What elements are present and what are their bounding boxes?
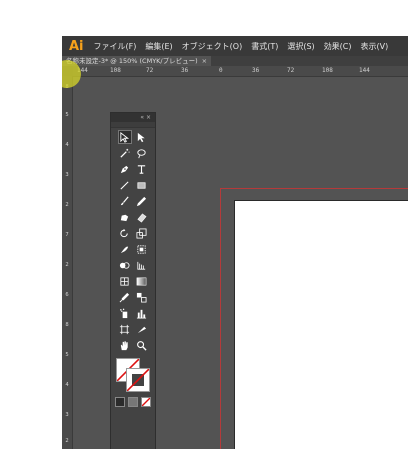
magic-wand-icon[interactable] bbox=[118, 146, 132, 160]
document-tab[interactable]: 名称未設定-3* @ 150% (CMYK/プレビュー) × bbox=[62, 56, 212, 66]
symbol-sprayer-icon[interactable] bbox=[118, 306, 132, 320]
ruler-tick: 4 bbox=[65, 382, 69, 388]
paintbrush-icon[interactable] bbox=[118, 194, 132, 208]
rotate-icon[interactable] bbox=[118, 226, 132, 240]
artboard[interactable] bbox=[234, 200, 408, 449]
menu-type[interactable]: 書式(T) bbox=[251, 41, 278, 52]
artboard-icon[interactable] bbox=[118, 322, 132, 336]
eraser-icon[interactable] bbox=[135, 210, 149, 224]
vertical-ruler[interactable]: 8 5 4 3 2 7 2 6 8 5 4 3 2 bbox=[62, 76, 73, 449]
color-button[interactable] bbox=[115, 397, 125, 407]
gradient-button[interactable] bbox=[128, 397, 138, 407]
free-transform-icon[interactable] bbox=[135, 242, 149, 256]
ruler-tick: 5 bbox=[65, 352, 69, 358]
ruler-tick: 6 bbox=[65, 292, 69, 298]
rectangle-icon[interactable] bbox=[135, 178, 149, 192]
tools-panel: « × bbox=[110, 112, 156, 449]
ruler-tick: 144 bbox=[359, 67, 370, 74]
ruler-tick: 7 bbox=[65, 232, 69, 238]
selection-icon[interactable] bbox=[117, 130, 132, 144]
ruler-tick: 108 bbox=[322, 67, 333, 74]
zoom-icon[interactable] bbox=[135, 338, 149, 352]
menu-view[interactable]: 表示(V) bbox=[361, 41, 389, 52]
app-logo: Ai bbox=[69, 38, 84, 54]
scale-icon[interactable] bbox=[135, 226, 149, 240]
ruler-tick: 3 bbox=[65, 172, 69, 178]
menu-file[interactable]: ファイル(F) bbox=[94, 41, 137, 52]
document-tab-bar: 名称未設定-3* @ 150% (CMYK/プレビュー) × bbox=[62, 56, 408, 66]
line-icon[interactable] bbox=[118, 178, 132, 192]
pen-icon[interactable] bbox=[118, 162, 132, 176]
menu-object[interactable]: オブジェクト(O) bbox=[182, 41, 243, 52]
ruler-tick: 2 bbox=[65, 202, 69, 208]
mesh-icon[interactable] bbox=[118, 274, 132, 288]
lasso-icon[interactable] bbox=[135, 146, 149, 160]
document-tab-title: 名称未設定-3* @ 150% (CMYK/プレビュー) bbox=[66, 57, 198, 65]
ruler-tick: 36 bbox=[252, 67, 260, 74]
perspective-grid-icon[interactable] bbox=[135, 258, 149, 272]
column-graph-icon[interactable] bbox=[135, 306, 149, 320]
ruler-tick: 72 bbox=[146, 67, 154, 74]
stroke-swatch[interactable] bbox=[126, 368, 150, 392]
menu-edit[interactable]: 編集(E) bbox=[145, 41, 172, 52]
slice-icon[interactable] bbox=[135, 322, 149, 336]
ruler-tick: 5 bbox=[65, 112, 69, 118]
menu-select[interactable]: 選択(S) bbox=[287, 41, 314, 52]
ruler-tick: 36 bbox=[181, 67, 189, 74]
menu-effect[interactable]: 効果(C) bbox=[324, 41, 352, 52]
blob-brush-icon[interactable] bbox=[118, 210, 132, 224]
gradient-icon[interactable] bbox=[135, 274, 149, 288]
direct-selection-icon[interactable] bbox=[135, 130, 149, 144]
panel-collapse-close[interactable]: « × bbox=[140, 113, 151, 122]
shape-builder-icon[interactable] bbox=[118, 258, 132, 272]
illustrator-window: Ai ファイル(F) 編集(E) オブジェクト(O) 書式(T) 選択(S) 効… bbox=[62, 36, 408, 449]
tools-panel-header[interactable]: « × bbox=[111, 113, 155, 122]
type-icon[interactable] bbox=[135, 162, 149, 176]
ruler-tick: 72 bbox=[287, 67, 295, 74]
color-mode-buttons bbox=[111, 397, 155, 407]
horizontal-ruler[interactable]: 144 108 72 36 0 36 72 108 144 bbox=[73, 66, 408, 77]
close-icon[interactable]: × bbox=[202, 57, 207, 65]
ruler-tick: 4 bbox=[65, 142, 69, 148]
pencil-icon[interactable] bbox=[135, 194, 149, 208]
blend-icon[interactable] bbox=[135, 290, 149, 304]
ruler-tick: 108 bbox=[110, 67, 121, 74]
warp-icon[interactable] bbox=[118, 242, 132, 256]
ruler-tick: 3 bbox=[65, 412, 69, 418]
fill-stroke-swatches bbox=[116, 358, 150, 392]
hand-icon[interactable] bbox=[118, 338, 132, 352]
none-button[interactable] bbox=[141, 397, 151, 407]
eyedropper-icon[interactable] bbox=[118, 290, 132, 304]
tools-panel-grip[interactable] bbox=[111, 122, 155, 128]
menu-bar: Ai ファイル(F) 編集(E) オブジェクト(O) 書式(T) 選択(S) 効… bbox=[62, 36, 408, 56]
ruler-tick: 2 bbox=[65, 438, 69, 444]
ruler-tick: 0 bbox=[219, 67, 223, 74]
ruler-tick: 8 bbox=[65, 322, 69, 328]
ruler-tick: 2 bbox=[65, 262, 69, 268]
